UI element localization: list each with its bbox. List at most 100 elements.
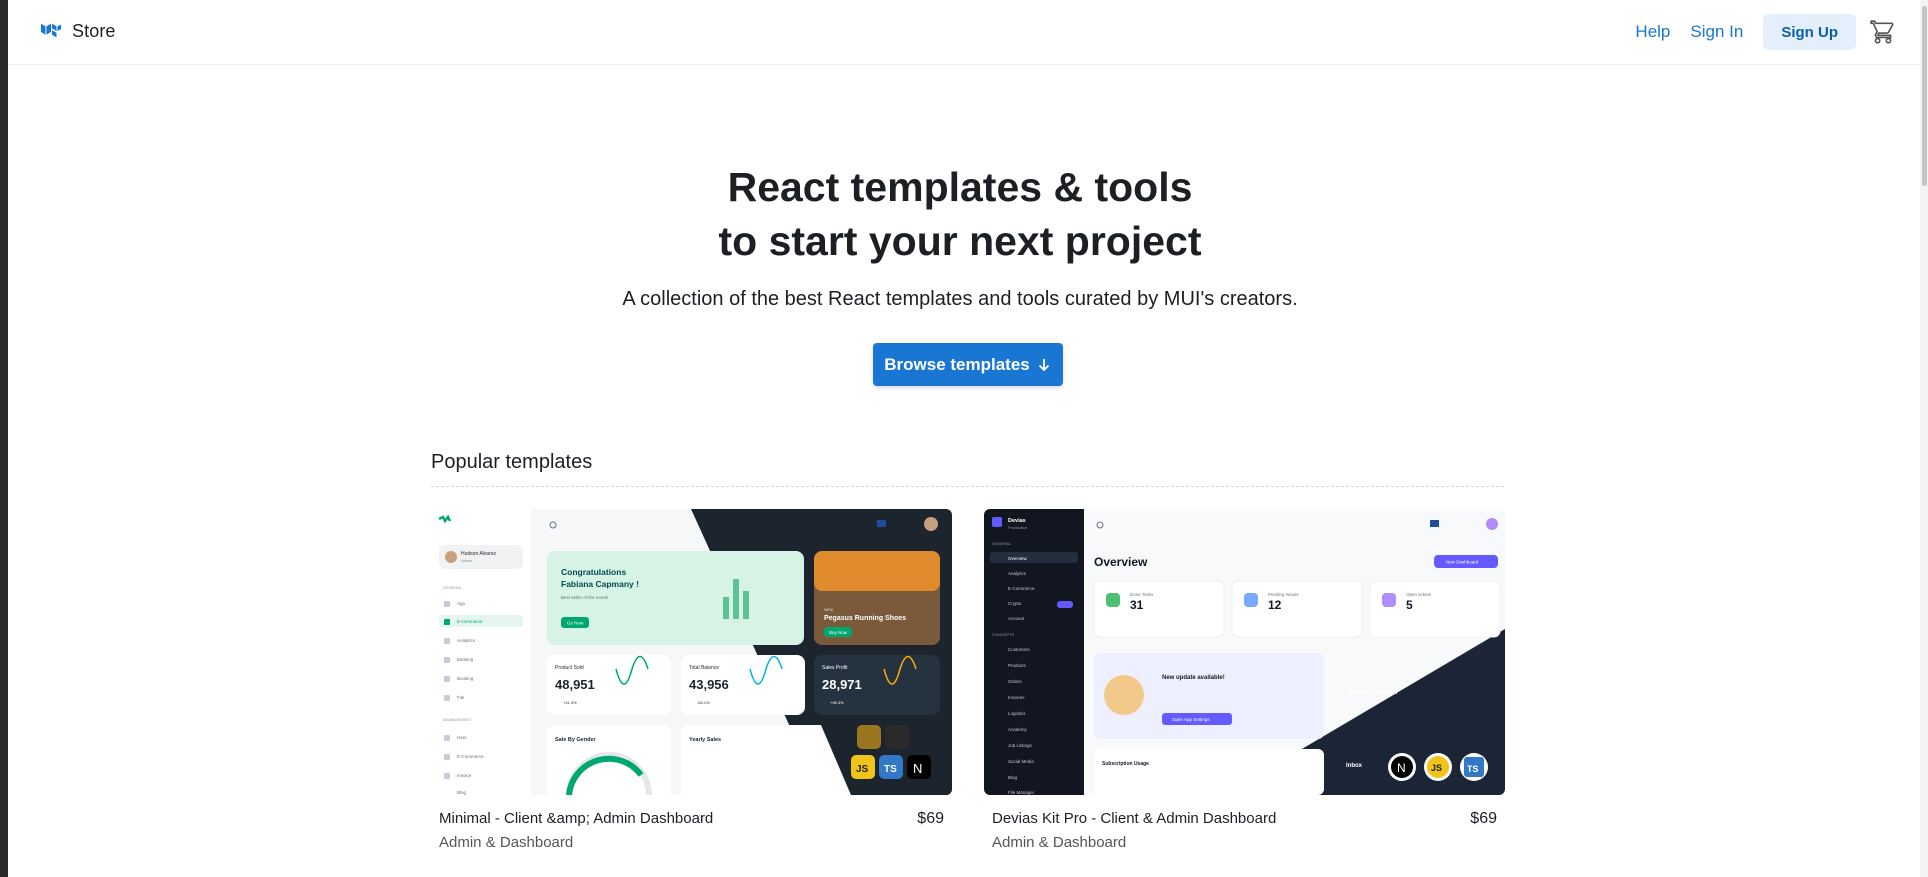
top-nav: Help Sign In Sign Up [1635, 14, 1920, 50]
preview-menu-orders: Orders [1008, 679, 1023, 684]
preview-menu-customers: Customers [1008, 647, 1031, 652]
preview-stat2-label: Total Balance [689, 665, 719, 671]
hero-title: React templates & tools to start your ne… [0, 160, 1920, 268]
preview-stat3-label: Sales Profit [822, 665, 848, 671]
preview-inbox: Inbox [1346, 763, 1363, 769]
template-card-devias[interactable]: Devias Production GENERAL Overview Analy… [984, 509, 1505, 851]
svg-text:N: N [1397, 761, 1406, 775]
preview-stat2-value: 43,956 [689, 677, 729, 692]
preview-org-sub: Production [1008, 525, 1027, 530]
shopping-cart-icon[interactable] [1870, 19, 1896, 45]
preview-go-now: Go Now [567, 621, 584, 626]
preview-menu-products: Products [1008, 663, 1027, 668]
template-name[interactable]: Minimal - Client &amp; Admin Dashboard [439, 810, 713, 827]
browse-templates-label: Browse templates [884, 354, 1030, 374]
preview-stat-open-label: Open tickets [1406, 592, 1432, 597]
preview-usage: Subscription Usage [1102, 761, 1149, 767]
preview-user-name: Hudson Alvarez [461, 551, 497, 557]
window-edge [0, 0, 8, 877]
template-category: Admin & Dashboard [439, 834, 574, 851]
scrollbar-thumb[interactable] [1922, 6, 1927, 186]
preview-update-btn: Open App Settings [1172, 717, 1210, 722]
preview-stat1-change: +41.3% [563, 700, 577, 705]
preview-bottom2: Yearly Sales [689, 737, 721, 743]
preview-menu-jobs: Job Listings [1008, 743, 1033, 748]
hero-subtitle: A collection of the best React templates… [622, 288, 1298, 310]
preview-stat-pending-value: 12 [1268, 598, 1282, 612]
preview-buy-now: Buy Now [829, 630, 848, 635]
svg-text:Fabiana Capmany !: Fabiana Capmany ! [561, 579, 639, 589]
template-category: Admin & Dashboard [992, 834, 1127, 851]
template-price: $69 [1470, 810, 1497, 827]
help-link[interactable]: Help [1635, 22, 1670, 42]
brand[interactable]: Store [40, 20, 116, 42]
section-divider [431, 486, 1504, 487]
brand-name: Store [72, 20, 116, 41]
preview-menu-invoices: Invoices [1008, 695, 1025, 700]
top-app-bar: Store Help Sign In Sign Up [8, 0, 1920, 64]
sign-up-button[interactable]: Sign Up [1763, 14, 1856, 50]
svg-text:JS: JS [856, 764, 869, 775]
devias-dashboard-preview: Devias Production GENERAL Overview Analy… [984, 509, 1505, 795]
template-name[interactable]: Devias Kit Pro - Client & Admin Dashboar… [992, 810, 1276, 827]
preview-menu-banking: Banking [457, 657, 474, 662]
preview-stat3-value: 28,971 [822, 677, 862, 692]
preview-menu-ecommerce2: E-Commerce [457, 754, 484, 759]
svg-text:Congratulations: Congratulations [561, 567, 626, 577]
hero-title-line1: React templates & tools [727, 164, 1193, 210]
preview-stat3-change: +96.3% [830, 700, 844, 705]
svg-text:GENERAL: GENERAL [443, 585, 463, 590]
preview-menu-overview: Overview [1008, 556, 1028, 561]
svg-text:TS: TS [884, 764, 897, 775]
preview-user-role: Admin [461, 558, 472, 563]
preview-menu-file: File [457, 695, 465, 700]
preview-menu-analytics: Analytics [457, 638, 476, 643]
preview-stat-pending-label: Pending Issues [1268, 592, 1300, 597]
mui-logo-icon [40, 23, 62, 38]
preview-menu-ecommerce3: E-Commerce [1008, 586, 1035, 591]
svg-text:MANAGEMENT: MANAGEMENT [443, 717, 472, 722]
template-card-minimal[interactable]: Hudson Alvarez Admin GENERAL App E-comme… [431, 509, 952, 851]
template-price: $69 [917, 810, 944, 827]
preview-new-dashboard: New Dashboard [1446, 560, 1479, 565]
minimal-dashboard-preview: Hudson Alvarez Admin GENERAL App E-comme… [431, 509, 952, 795]
preview-menu-social: Social Media [1008, 759, 1034, 764]
preview-stat-done-label: Done Tasks [1130, 592, 1154, 597]
template-preview-minimal[interactable]: Hudson Alvarez Admin GENERAL App E-comme… [431, 509, 952, 795]
svg-text:JS: JS [1431, 763, 1442, 773]
preview-menu-app: App [457, 601, 466, 606]
preview-menu-blog: Blog [457, 790, 467, 795]
preview-promo-tag: NEW [824, 607, 834, 612]
preview-stat1-label: Product Sold [555, 665, 584, 671]
svg-text:N: N [913, 761, 922, 776]
preview-welcome-body: Best seller of the month [561, 595, 609, 600]
preview-org: Devias [1008, 518, 1026, 524]
preview-menu-ecommerce: E-commerce [457, 619, 483, 624]
sign-in-link[interactable]: Sign In [1690, 22, 1743, 42]
preview-stat2-change: -63.1% [697, 700, 710, 705]
preview-stat-open-value: 5 [1406, 598, 1413, 612]
hero-title-line2: to start your next project [718, 218, 1202, 264]
preview-bottom1: Sale By Gender [555, 737, 597, 743]
preview-menu-booking: Booking [457, 676, 474, 681]
preview-menu-crypto: Crypto [1008, 601, 1022, 606]
browse-templates-button[interactable]: Browse templates [873, 343, 1063, 386]
preview-menu-blog2: Blog [1008, 775, 1018, 780]
svg-text:TS: TS [1467, 764, 1479, 774]
preview-menu-analytics2: Analytics [1008, 571, 1027, 576]
preview-menu-invoice: Invoice [457, 773, 472, 778]
preview-menu-academy: Academy [1008, 727, 1028, 732]
preview-stat1-value: 48,951 [555, 677, 595, 692]
svg-text:CONCEPTS: CONCEPTS [992, 632, 1015, 637]
arrow-down-icon [1038, 358, 1049, 371]
preview-menu-files: File Manager [1008, 790, 1035, 795]
preview-update-title: New update available! [1162, 675, 1225, 681]
preview-fresh: New fresh design. [1346, 690, 1398, 696]
preview-stat-done-value: 31 [1130, 598, 1144, 612]
preview-promo-title: Pegasus Running Shoes [824, 615, 906, 622]
preview-menu-logistics: Logistics [1008, 711, 1026, 716]
page-scrollbar[interactable] [1920, 0, 1928, 877]
popular-templates-heading: Popular templates [431, 451, 593, 473]
preview-menu-user: User [457, 735, 467, 740]
template-preview-devias[interactable]: Devias Production GENERAL Overview Analy… [984, 509, 1505, 795]
